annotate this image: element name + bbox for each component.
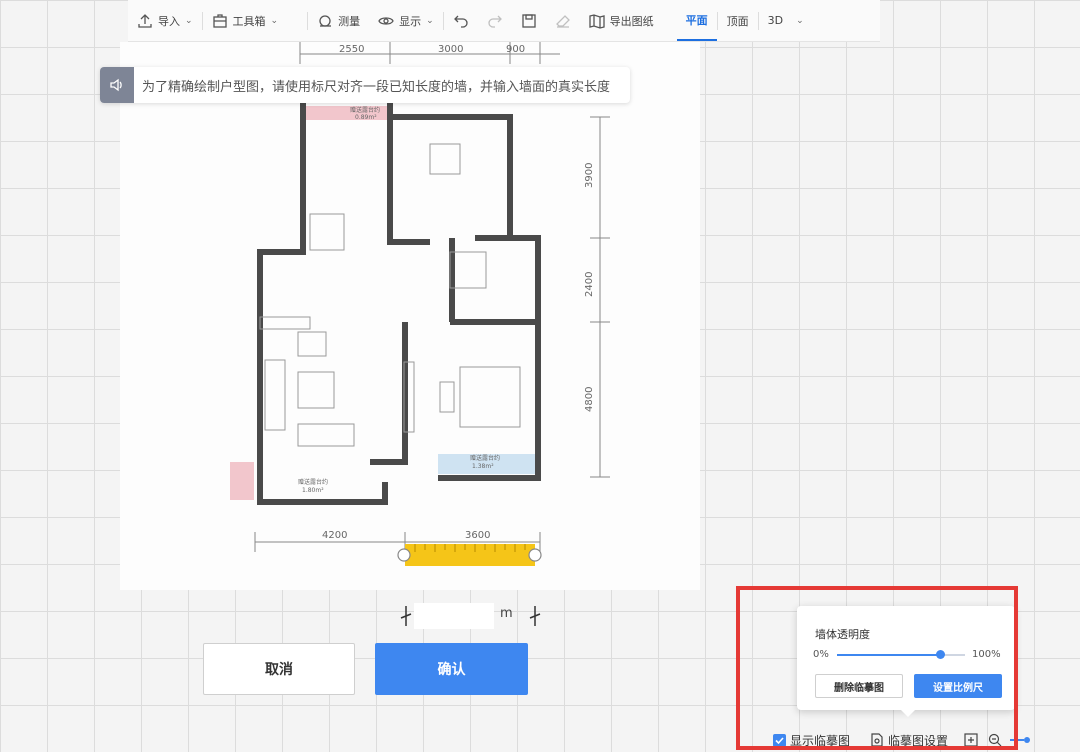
balcony3-area: 1.80m²: [302, 487, 324, 494]
redo-button[interactable]: [478, 0, 512, 41]
undo-button[interactable]: [444, 0, 478, 41]
save-button[interactable]: [512, 0, 546, 41]
floor-plan-canvas[interactable]: 2550 3000 900 3900 2400 4800 赠送露台约 0.89m…: [120, 42, 700, 590]
length-arrow-left-icon: [400, 606, 412, 626]
dim-top-3: 900: [506, 44, 525, 55]
redo-icon: [488, 15, 502, 28]
measure-button[interactable]: 测量: [308, 0, 369, 41]
upload-icon: [138, 13, 152, 28]
map-icon: [588, 13, 605, 29]
chevron-down-icon: ⌄: [796, 15, 804, 26]
eye-icon: [378, 16, 394, 25]
eraser-button[interactable]: [546, 0, 580, 41]
import-button[interactable]: 导入 ⌄: [128, 0, 202, 41]
eraser-icon: [555, 14, 570, 28]
top-toolbar: 导入 ⌄ 工具箱 ⌄ 测量 显示 ⌄ 导出图纸 平面 顶面 3D ⌄: [128, 0, 880, 42]
display-button[interactable]: 显示 ⌄: [369, 0, 443, 41]
tab-plan[interactable]: 平面: [676, 0, 717, 41]
toolbox-label: 工具箱: [232, 14, 266, 28]
balcony1-label: 赠送露台约: [350, 106, 380, 114]
dim-right-2: 2400: [584, 272, 595, 297]
undo-icon: [453, 15, 468, 28]
tip-text: 为了精确绘制户型图，请使用标尺对齐一段已知长度的墙，并输入墙面的真实长度: [142, 79, 611, 95]
measure-icon: [319, 14, 332, 27]
save-icon: [521, 13, 536, 28]
instruction-tip: 为了精确绘制户型图，请使用标尺对齐一段已知长度的墙，并输入墙面的真实长度: [100, 67, 630, 103]
toolbox-button[interactable]: 工具箱 ⌄: [203, 0, 288, 41]
chevron-down-icon: ⌄: [185, 15, 193, 26]
length-input[interactable]: [414, 603, 494, 629]
length-unit: m: [500, 606, 513, 621]
export-drawing-button[interactable]: 导出图纸: [580, 0, 663, 41]
ruler-handle-left[interactable]: [397, 548, 411, 562]
chevron-down-icon: ⌄: [270, 15, 279, 26]
tab-plan-label: 平面: [685, 13, 708, 27]
scale-ruler[interactable]: [397, 544, 542, 566]
tab-ceiling-label: 顶面: [726, 14, 749, 28]
chevron-down-icon: ⌄: [426, 15, 434, 26]
floor-plan-drawing: 2550 3000 900 3900 2400 4800 赠送露台约 0.89m…: [230, 42, 610, 566]
dim-top-1: 2550: [339, 44, 364, 55]
dim-top-2: 3000: [438, 44, 463, 55]
measure-label: 测量: [338, 14, 361, 28]
dim-bottom-1: 4200: [322, 530, 347, 541]
cancel-button[interactable]: 取消: [203, 643, 355, 695]
tab-3d[interactable]: 3D ⌄: [759, 0, 813, 41]
confirm-button[interactable]: 确认: [375, 643, 528, 695]
balcony2-label: 赠送露台约: [470, 454, 500, 462]
balcony1-area: 0.89m²: [355, 114, 377, 121]
highlight-box: [736, 586, 1018, 750]
export-label: 导出图纸: [609, 14, 654, 28]
import-label: 导入: [158, 14, 180, 28]
zoom-slider-handle[interactable]: [1024, 737, 1031, 743]
balcony2-area: 1.38m²: [472, 463, 494, 470]
dim-right-3: 4800: [584, 387, 595, 412]
ruler-handle-right[interactable]: [528, 548, 542, 562]
dim-right-1: 3900: [584, 163, 595, 188]
toolbox-icon: [212, 13, 227, 28]
length-arrow-right-icon: [529, 606, 541, 626]
tab-ceiling[interactable]: 顶面: [718, 0, 758, 41]
balcony3-label: 赠送露台约: [298, 478, 328, 486]
display-label: 显示: [399, 14, 422, 28]
dim-bottom-2: 3600: [465, 530, 490, 541]
speaker-icon: [100, 67, 134, 103]
tab-3d-label: 3D: [767, 14, 784, 27]
